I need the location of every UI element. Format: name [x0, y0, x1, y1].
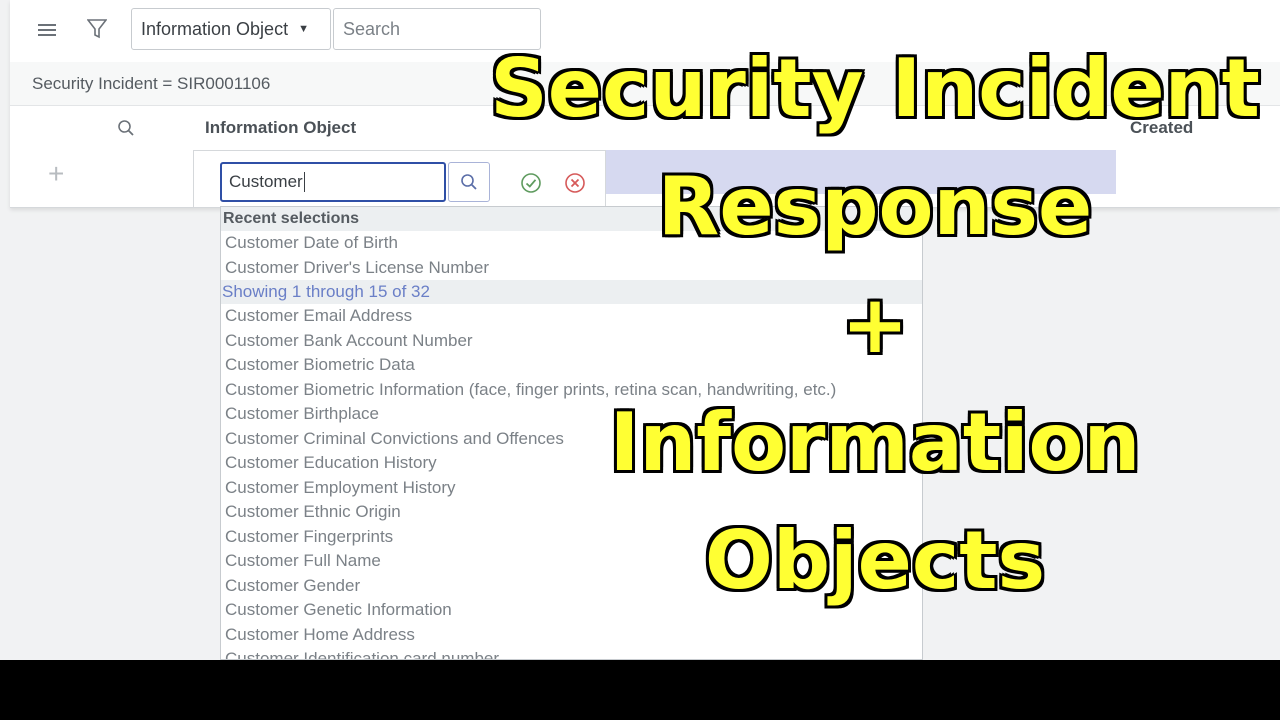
list-item[interactable]: Customer Ethnic Origin	[221, 500, 922, 525]
lookup-input-value: Customer	[229, 172, 303, 191]
chevron-down-icon: ▼	[298, 23, 309, 35]
hamburger-menu-icon[interactable]	[34, 17, 60, 43]
video-letterbox-bar	[0, 660, 1280, 720]
list-item[interactable]: Customer Employment History	[221, 476, 922, 501]
list-item[interactable]: Customer Driver's License Number	[221, 256, 922, 281]
table-selector-dropdown[interactable]: Information Object ▼	[131, 8, 331, 50]
column-header-created[interactable]: Created	[1130, 118, 1193, 138]
table-selector-value: Information Object	[141, 18, 289, 39]
list-item[interactable]: Customer Fingerprints	[221, 525, 922, 550]
add-row-icon[interactable]: +	[48, 158, 64, 190]
results-count-label: Showing 1 through 15 of 32	[221, 280, 922, 304]
list-item[interactable]: Customer Identification card number	[221, 647, 922, 659]
list-item[interactable]: Customer Date of Birth	[221, 231, 922, 256]
reference-lookup-input[interactable]: Customer	[220, 162, 446, 202]
list-item[interactable]: Customer Bank Account Number	[221, 329, 922, 354]
breadcrumb-condition[interactable]: Security Incident = SIR0001106	[32, 74, 270, 94]
list-item[interactable]: Customer Genetic Information	[221, 598, 922, 623]
list-item[interactable]: Customer Email Address	[221, 304, 922, 329]
list-item[interactable]: Customer Birthplace	[221, 402, 922, 427]
list-item[interactable]: Customer Education History	[221, 451, 922, 476]
cancel-x-icon[interactable]	[562, 170, 588, 196]
search-icon[interactable]	[114, 116, 138, 140]
recent-selections-header: Recent selections	[221, 207, 922, 231]
list-header-row: Information Object Created	[10, 106, 1280, 151]
list-item[interactable]: Customer Home Address	[221, 623, 922, 648]
row-highlight	[605, 150, 1116, 194]
save-check-icon[interactable]	[518, 170, 544, 196]
list-item[interactable]: Customer Biometric Data	[221, 353, 922, 378]
search-placeholder: Search	[343, 18, 401, 39]
list-item[interactable]: Customer Criminal Convictions and Offenc…	[221, 427, 922, 452]
search-icon	[461, 174, 477, 190]
list-item[interactable]: Customer Full Name	[221, 549, 922, 574]
list-item[interactable]: Customer Gender	[221, 574, 922, 599]
breadcrumb[interactable]: Security Incident = SIR0001106	[10, 62, 1280, 106]
column-header-information-object[interactable]: Information Object	[205, 118, 356, 138]
lookup-search-button[interactable]	[448, 162, 490, 202]
search-input[interactable]: Search	[333, 8, 541, 50]
filter-icon[interactable]	[84, 15, 110, 43]
list-item[interactable]: Customer Biometric Information (face, fi…	[221, 378, 922, 403]
autocomplete-dropdown: Recent selections Customer Date of Birth…	[220, 206, 923, 660]
